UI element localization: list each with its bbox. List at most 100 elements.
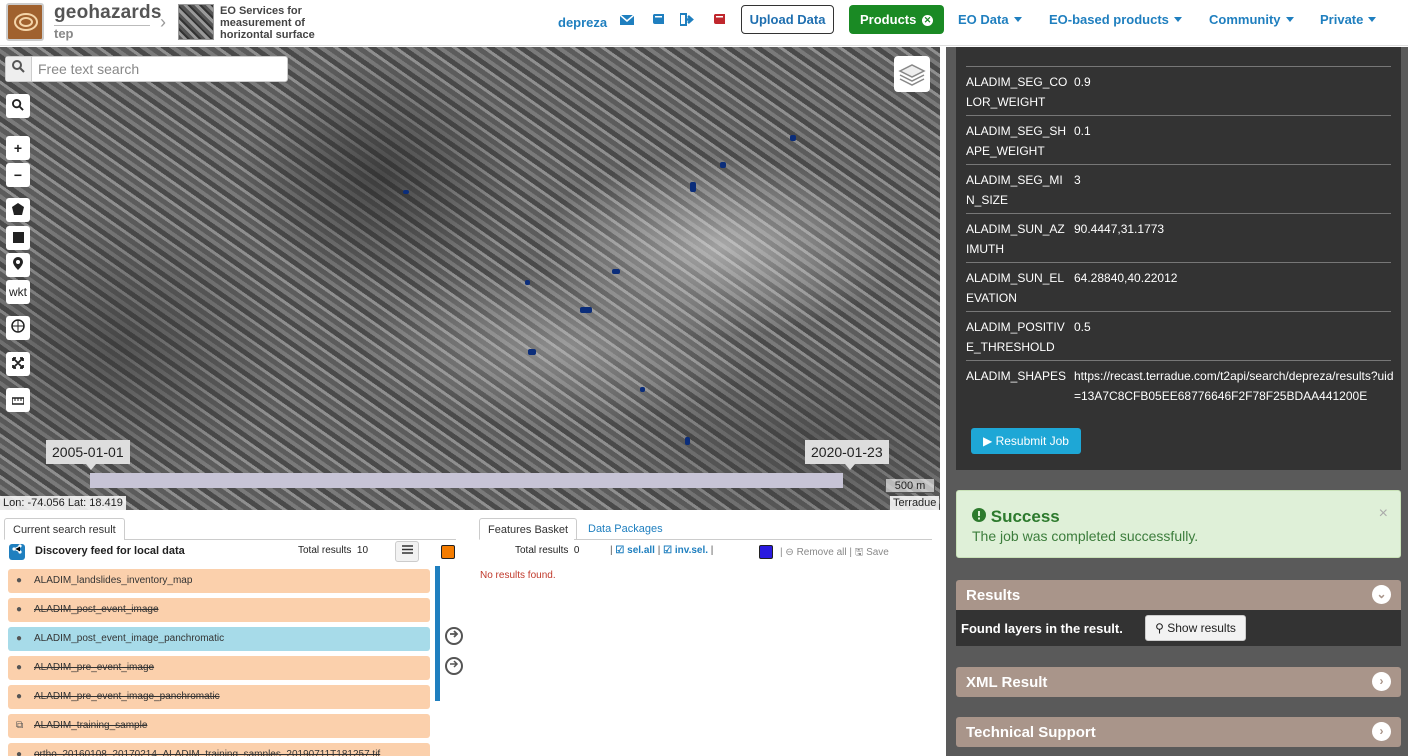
brand-name[interactable]: geohazards — [54, 2, 162, 24]
found-layers-text: Found layers in the result. — [961, 621, 1123, 636]
param-value[interactable]: https://recast.terradue.com/t2api/search… — [1074, 366, 1394, 406]
upload-data-button[interactable]: Upload Data — [741, 5, 834, 34]
list-item[interactable]: ● ALADIM_landslides_inventory_map — [8, 569, 430, 593]
list-item[interactable]: ● ALADIM_pre_event_image — [8, 656, 430, 680]
job-details-panel: ALE ALADIM_SEG_COLOR_WEIGHT 0.9 ALADIM_SEG_… — [946, 34, 1408, 756]
param-value: 0.1 — [1074, 124, 1091, 138]
param-value: 0.5 — [1074, 320, 1091, 334]
list-view-button[interactable] — [395, 541, 419, 562]
cursor-coordinates: Lon: -74.056 Lat: 18.419 — [0, 496, 126, 510]
technical-support-title: Technical Support — [966, 724, 1096, 741]
point-draw-button[interactable] — [6, 253, 30, 277]
param-key: ALADIM_SHAPES — [966, 369, 1067, 383]
map-view[interactable]: + − wkt 2005-01-01 2020-01-23 500 m Lon:… — [0, 47, 940, 510]
globe-icon — [11, 319, 25, 333]
menu-eo-based-products[interactable]: EO-based products — [1049, 12, 1182, 27]
param-value: 64.28840,40.22012 — [1074, 271, 1178, 285]
add-all-to-basket-button[interactable] — [445, 657, 463, 675]
list-item[interactable]: ● ortho_20160108_20170214_ALADIM_training… — [8, 743, 430, 756]
param-value: 3 — [1074, 173, 1081, 187]
zoom-in-button[interactable]: + — [6, 136, 30, 160]
param-key: ALADIM_SUN_ELEVATION — [966, 271, 1065, 305]
invert-selection-link[interactable]: ☑ inv.sel. — [663, 545, 708, 556]
search-input[interactable] — [38, 60, 278, 78]
list-item-label: ALADIM_post_event_image — [34, 604, 159, 615]
results-panel-body: Found layers in the result. ⚲ Show resul… — [956, 610, 1401, 646]
globe-button[interactable] — [6, 316, 30, 340]
menu-eo-data[interactable]: EO Data — [958, 12, 1022, 27]
geohazards-logo[interactable] — [6, 3, 44, 41]
select-all-link[interactable]: ☑ sel.all — [615, 545, 655, 556]
play-circle-icon: ▶ — [983, 434, 993, 448]
box-draw-button[interactable] — [6, 226, 30, 250]
tab-current-search-result[interactable]: Current search result — [4, 518, 125, 540]
xml-result-title: XML Result — [966, 674, 1048, 691]
zoom-out-button[interactable]: − — [6, 163, 30, 187]
timeline-range-bar[interactable] — [90, 473, 843, 488]
polygon-draw-button[interactable] — [6, 198, 30, 222]
service-title[interactable]: EO Services for measurement of horizonta… — [220, 5, 330, 41]
tab-features-basket[interactable]: Features Basket — [479, 518, 578, 540]
menu-private[interactable]: Private — [1320, 12, 1377, 27]
timeline-start-date[interactable]: 2005-01-01 — [46, 440, 130, 470]
menu-label: EO-based products — [1049, 12, 1169, 27]
param-key: ALADIM_SEG_SHAPE_WEIGHT — [966, 124, 1067, 158]
search-icon[interactable] — [6, 57, 32, 81]
feed-title: Discovery feed for local data — [35, 545, 185, 557]
expand-icon — [12, 357, 24, 369]
total-results-value: 10 — [356, 545, 369, 556]
result-list-scrollbar[interactable] — [435, 566, 440, 701]
success-alert: Success The job was completed successful… — [956, 490, 1401, 558]
red-book-icon[interactable] — [711, 13, 727, 29]
globe-icon: ● — [16, 575, 23, 586]
results-panel-header[interactable]: Results ⌄ — [956, 580, 1401, 610]
save-basket-button[interactable]: 🖫 Save — [855, 547, 889, 558]
basket-color-swatch[interactable] — [759, 545, 773, 559]
save-label: Save — [866, 547, 889, 558]
add-to-basket-button[interactable] — [445, 627, 463, 645]
landslide-marker — [612, 269, 620, 274]
search-tool-button[interactable] — [6, 94, 30, 118]
landslide-marker — [720, 162, 726, 168]
map-attribution[interactable]: Terradue — [890, 496, 940, 510]
layers-switcher-button[interactable] — [894, 56, 930, 92]
envelope-icon[interactable] — [619, 13, 635, 29]
param-value: 0.9 — [1074, 75, 1091, 89]
result-color-swatch[interactable] — [441, 545, 455, 559]
remove-all-button[interactable]: ⊖ Remove all — [785, 547, 846, 558]
tab-data-packages[interactable]: Data Packages — [580, 518, 671, 540]
menu-community[interactable]: Community — [1209, 12, 1294, 27]
basket-total-results: Total results 0 — [515, 545, 579, 556]
technical-support-panel-header[interactable]: Technical Support › — [956, 717, 1401, 747]
param-row: ALADIM_SEG_MIN_SIZE 3 — [966, 164, 1391, 213]
resubmit-job-button[interactable]: ▶ Resubmit Job — [971, 428, 1081, 454]
close-alert-button[interactable]: × — [1379, 505, 1388, 523]
list-item[interactable]: ● ALADIM_post_event_image — [8, 598, 430, 622]
list-item-label: ALADIM_pre_event_image — [34, 662, 155, 673]
list-item[interactable]: ⧉ ALADIM_training_sample — [8, 714, 430, 738]
wkt-button[interactable]: wkt — [6, 280, 30, 304]
user-menu[interactable]: depreza — [558, 15, 607, 30]
globe-icon: ● — [16, 691, 23, 702]
share-icon[interactable] — [9, 544, 25, 560]
list-item[interactable]: ● ALADIM_pre_event_image_panchromatic — [8, 685, 430, 709]
list-item[interactable]: ● ALADIM_post_event_image_panchromatic — [8, 627, 430, 651]
measure-button[interactable] — [6, 388, 30, 412]
landslide-marker — [528, 349, 536, 355]
marker-icon — [13, 257, 23, 270]
chevron-right-icon: › — [1372, 672, 1391, 691]
sign-out-icon[interactable] — [679, 13, 695, 29]
fullscreen-button[interactable] — [6, 352, 30, 376]
results-panel-title: Results — [966, 587, 1021, 604]
param-row: ALE — [966, 31, 1391, 51]
show-results-button[interactable]: ⚲ Show results — [1145, 615, 1246, 641]
menu-label: EO Data — [958, 12, 1009, 27]
job-parameters: ALE ALADIM_SEG_COLOR_WEIGHT 0.9 ALADIM_SEG_… — [956, 34, 1401, 470]
xml-result-panel-header[interactable]: XML Result › — [956, 667, 1401, 697]
marker-icon: ⚲ — [1155, 621, 1164, 635]
invert-selection-label: inv.sel. — [674, 545, 709, 556]
timeline-end-date[interactable]: 2020-01-23 — [805, 440, 889, 470]
book-icon[interactable] — [650, 13, 666, 29]
products-button[interactable]: Products ✕ — [849, 5, 944, 34]
service-thumbnail[interactable] — [178, 4, 214, 40]
